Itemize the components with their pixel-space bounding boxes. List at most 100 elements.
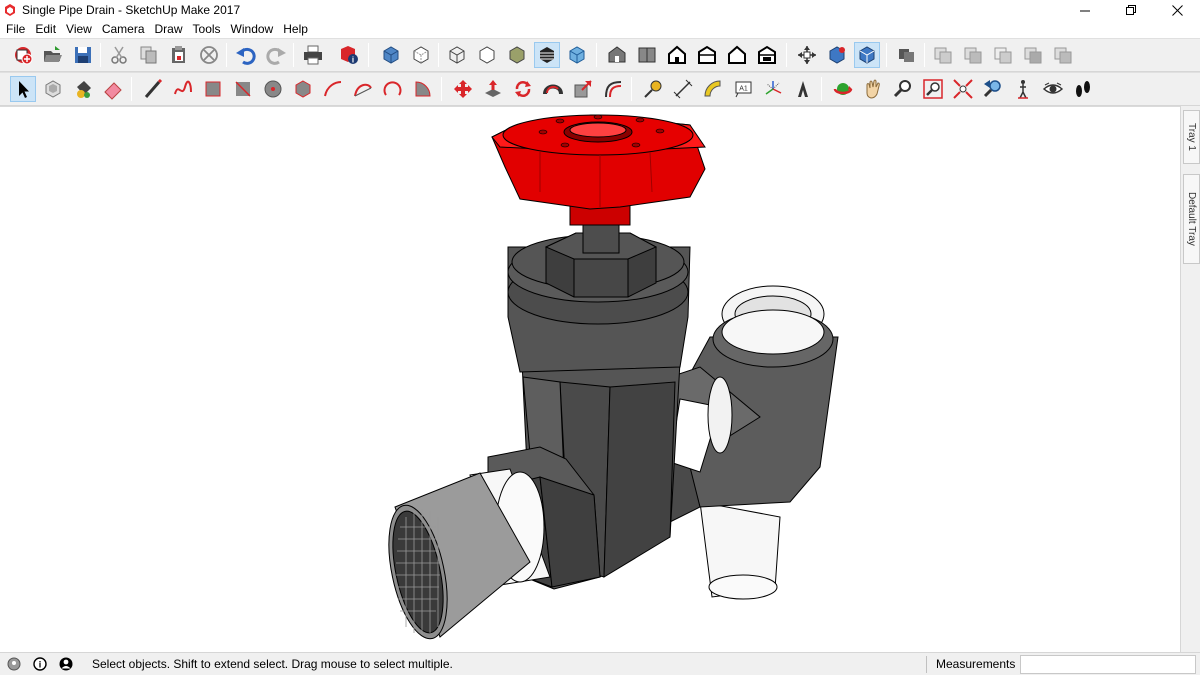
- status-divider: [926, 656, 927, 673]
- print-icon: [304, 45, 322, 65]
- menu-help[interactable]: Help: [278, 20, 313, 38]
- eraser-button[interactable]: [100, 76, 126, 102]
- zoom-extents-button[interactable]: [950, 76, 976, 102]
- protractor-button[interactable]: [700, 76, 726, 102]
- two-point-button[interactable]: [854, 42, 880, 68]
- model-viewport[interactable]: [0, 106, 1180, 652]
- dimension-button[interactable]: [670, 76, 696, 102]
- freehand-button[interactable]: [170, 76, 196, 102]
- tape-measure-button[interactable]: [640, 76, 666, 102]
- save-button[interactable]: [70, 42, 96, 68]
- arc-button[interactable]: [320, 76, 346, 102]
- perspective-button[interactable]: [824, 42, 850, 68]
- geo-location-button[interactable]: [6, 656, 22, 672]
- 3d-text-button[interactable]: [790, 76, 816, 102]
- credits-button[interactable]: i: [32, 656, 48, 672]
- walk-icon: [1076, 81, 1090, 97]
- top-view-button[interactable]: [634, 42, 660, 68]
- red-handwheel: [491, 114, 706, 226]
- open-button[interactable]: [40, 42, 66, 68]
- rotate-button[interactable]: [510, 76, 536, 102]
- two-point-icon: [859, 46, 875, 64]
- scale-button[interactable]: [570, 76, 596, 102]
- warehouse-button[interactable]: [930, 42, 956, 68]
- rectangle-button[interactable]: [200, 76, 226, 102]
- share-model-icon: [964, 47, 982, 64]
- back-edges-button[interactable]: [408, 42, 434, 68]
- text-button[interactable]: A1: [730, 76, 756, 102]
- line-button[interactable]: [140, 76, 166, 102]
- minimize-button[interactable]: [1062, 0, 1108, 20]
- pan-button[interactable]: [860, 76, 886, 102]
- user-account-icon: [59, 657, 73, 671]
- make-component-button[interactable]: [40, 76, 66, 102]
- new-model-button[interactable]: [10, 42, 36, 68]
- zoom-button[interactable]: [890, 76, 916, 102]
- left-view-button[interactable]: [754, 42, 780, 68]
- perspective-icon: [829, 46, 845, 64]
- geo-location-icon: [7, 657, 21, 671]
- components-button[interactable]: [894, 42, 920, 68]
- paint-bucket-button[interactable]: [70, 76, 96, 102]
- menu-tools[interactable]: Tools: [188, 20, 226, 38]
- back-view-button[interactable]: [724, 42, 750, 68]
- move-button[interactable]: [450, 76, 476, 102]
- tray-tab-default[interactable]: Default Tray: [1183, 174, 1200, 264]
- menu-camera[interactable]: Camera: [97, 20, 150, 38]
- iso-view-button[interactable]: [604, 42, 630, 68]
- right-view-button[interactable]: [694, 42, 720, 68]
- monochrome-button[interactable]: [564, 42, 590, 68]
- paste-button[interactable]: [166, 42, 192, 68]
- pie-button[interactable]: [410, 76, 436, 102]
- circle-button[interactable]: [260, 76, 286, 102]
- two-point-arc-button[interactable]: [350, 76, 376, 102]
- wireframe-button[interactable]: [444, 42, 470, 68]
- hidden-line-button[interactable]: [474, 42, 500, 68]
- axes-button[interactable]: [760, 76, 786, 102]
- undo-button[interactable]: [233, 42, 259, 68]
- minimize-icon: [1079, 10, 1090, 11]
- erase-selection-button[interactable]: [196, 42, 222, 68]
- paste-icon: [172, 46, 185, 63]
- print-button[interactable]: [300, 42, 326, 68]
- menu-window[interactable]: Window: [226, 20, 279, 38]
- redo-button[interactable]: [263, 42, 289, 68]
- offset-button[interactable]: [600, 76, 626, 102]
- user-account-button[interactable]: [58, 656, 74, 672]
- model-info-button[interactable]: i: [336, 42, 362, 68]
- three-point-arc-button[interactable]: [380, 76, 406, 102]
- menu-file[interactable]: File: [1, 20, 30, 38]
- extension-manager-button[interactable]: [1050, 42, 1076, 68]
- polygon-button[interactable]: [290, 76, 316, 102]
- extension-warehouse-button[interactable]: [1020, 42, 1046, 68]
- menu-draw[interactable]: Draw: [150, 20, 188, 38]
- front-view-button[interactable]: [664, 42, 690, 68]
- shaded-button[interactable]: [504, 42, 530, 68]
- previous-view-button[interactable]: [980, 76, 1006, 102]
- select-button[interactable]: [10, 76, 36, 102]
- push-pull-button[interactable]: [480, 76, 506, 102]
- share-component-button[interactable]: [990, 42, 1016, 68]
- orbit-button[interactable]: [830, 76, 856, 102]
- follow-me-button[interactable]: [540, 76, 566, 102]
- look-around-button[interactable]: [1040, 76, 1066, 102]
- walk-button[interactable]: [1070, 76, 1096, 102]
- restore-button[interactable]: [1108, 0, 1154, 20]
- cut-button[interactable]: [106, 42, 132, 68]
- rotated-rectangle-button[interactable]: [230, 76, 256, 102]
- tray-tab-1[interactable]: Tray 1: [1183, 110, 1200, 164]
- share-model-button[interactable]: [960, 42, 986, 68]
- menu-edit[interactable]: Edit: [30, 20, 61, 38]
- zoom-window-button[interactable]: [920, 76, 946, 102]
- xray-button[interactable]: [378, 42, 404, 68]
- position-camera-button[interactable]: [1010, 76, 1036, 102]
- undo-icon: [236, 47, 256, 65]
- close-button[interactable]: [1154, 0, 1200, 20]
- status-bar: i Select objects. Shift to extend select…: [0, 652, 1200, 675]
- paint-bucket-icon: [77, 81, 91, 98]
- orbit-axes-button[interactable]: [794, 42, 820, 68]
- measurements-input[interactable]: [1020, 655, 1196, 674]
- shaded-textures-button[interactable]: [534, 42, 560, 68]
- menu-view[interactable]: View: [61, 20, 97, 38]
- copy-button[interactable]: [136, 42, 162, 68]
